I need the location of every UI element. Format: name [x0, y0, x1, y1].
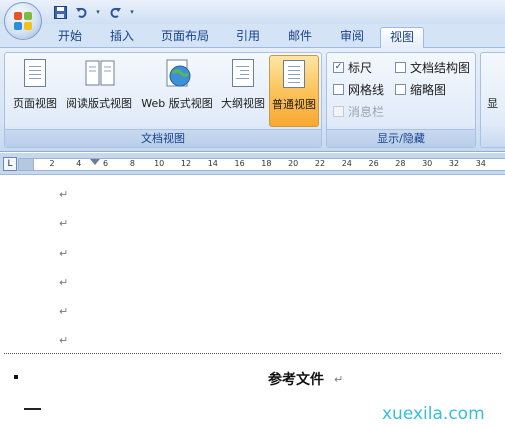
- document-area[interactable]: ↵ ↵ ↵ ↵ ↵ ↵ 参考文件 ↵ xuexila.com: [0, 176, 505, 428]
- reading-layout-label: 阅读版式视图: [66, 97, 132, 110]
- ruler-tick-label: 10: [154, 159, 165, 168]
- ruler-tick-label: 28: [395, 159, 406, 168]
- title-bar: ▾ ▾: [0, 0, 505, 40]
- tab-review[interactable]: 审阅: [330, 27, 374, 48]
- page-view-button[interactable]: 页面视图: [9, 55, 61, 127]
- group-document-views: 页面视图 阅读版式视图 Web 版式视图 大纲视图 普通视图 文档视图: [4, 52, 322, 148]
- ruler-strip[interactable]: 2 4 6 8 10 12 14 16 18 20 22 24 26 28 30 32 34: [34, 158, 505, 171]
- normal-view-label: 普通视图: [272, 98, 316, 111]
- checkbox-ruler[interactable]: ✓ 标尺: [333, 59, 372, 75]
- reading-layout-button[interactable]: 阅读版式视图: [63, 55, 135, 127]
- tab-insert[interactable]: 插入: [100, 27, 144, 48]
- checkbox-thumbnails[interactable]: 缩略图: [395, 81, 446, 97]
- page-break-line: [4, 353, 501, 354]
- tab-mailings[interactable]: 邮件: [278, 27, 322, 48]
- ruler-tick-label: 30: [422, 159, 433, 168]
- check-icon: ✓: [333, 61, 344, 73]
- quick-access-toolbar: ▾ ▾: [48, 3, 140, 21]
- ruler-tick-label: 12: [180, 159, 192, 168]
- web-layout-icon: [163, 59, 191, 89]
- group-label-document-views: 文档视图: [5, 129, 321, 147]
- checkbox-document-map[interactable]: 文档结构图: [395, 59, 470, 75]
- paragraph-mark: ↵: [59, 334, 69, 347]
- outline-view-button[interactable]: 大纲视图: [219, 55, 267, 127]
- office-button[interactable]: [4, 2, 42, 40]
- first-line-indent-marker[interactable]: [90, 159, 100, 165]
- ruler-tick-label: 2: [49, 159, 55, 168]
- paragraph-mark: ↵: [59, 276, 69, 289]
- partial-group-label[interactable]: 显: [487, 95, 498, 111]
- save-icon[interactable]: [52, 4, 68, 20]
- page-view-label: 页面视图: [13, 97, 57, 110]
- group-show-hide: ✓ 标尺 文档结构图 网格线 缩略图 消息栏 显示/隐藏: [326, 52, 476, 148]
- office-logo-icon: [14, 12, 32, 30]
- ruler-tick-label: 14: [207, 159, 218, 168]
- normal-view-button[interactable]: 普通视图: [269, 55, 319, 127]
- tab-home[interactable]: 开始: [48, 27, 92, 48]
- tab-references[interactable]: 引用: [226, 27, 270, 48]
- checkbox-gridlines[interactable]: 网格线: [333, 81, 384, 97]
- checkbox-box: [395, 61, 406, 73]
- checkbox-thumbnails-label: 缩略图: [410, 82, 447, 97]
- ruler-left-margin: [18, 158, 34, 171]
- horizontal-ruler: L 2 4 6 8 10 12 14 16 18 20 22 24 26 28 30 32 34: [0, 153, 505, 175]
- checkbox-box: [333, 83, 344, 95]
- checkbox-message-bar: 消息栏: [333, 103, 384, 119]
- normal-view-icon: [280, 60, 308, 90]
- paragraph-mark: ↵: [59, 247, 69, 260]
- tab-page-layout[interactable]: 页面布局: [152, 27, 218, 48]
- ruler-tick-label: 34: [475, 159, 486, 168]
- ruler-tick-label: 16: [234, 159, 245, 168]
- ruler-tick-label: 8: [129, 159, 135, 168]
- paragraph-mark: ↵: [334, 373, 344, 386]
- checkbox-message-bar-label: 消息栏: [348, 104, 385, 119]
- bullet-icon: [14, 375, 18, 379]
- group-label-show-hide: 显示/隐藏: [327, 129, 475, 147]
- outline-view-icon: [229, 59, 257, 89]
- checkbox-document-map-label: 文档结构图: [410, 60, 471, 75]
- checkbox-ruler-label: 标尺: [348, 60, 373, 75]
- ruler-tick-label: 6: [103, 159, 109, 168]
- web-layout-label: Web 版式视图: [141, 97, 213, 110]
- tab-view[interactable]: 视图: [380, 27, 424, 49]
- undo-icon[interactable]: [73, 4, 89, 20]
- dash-line: [24, 408, 41, 410]
- ribbon-panel: 页面视图 阅读版式视图 Web 版式视图 大纲视图 普通视图 文档视图 ✓ 标尺…: [0, 48, 505, 152]
- customize-qat-icon[interactable]: ▾: [128, 4, 136, 20]
- redo-icon[interactable]: [107, 4, 123, 20]
- ruler-tick-label: 4: [76, 159, 82, 168]
- paragraph-mark: ↵: [59, 217, 69, 230]
- site-watermark: xuexila.com: [382, 404, 485, 424]
- checkbox-box: [395, 83, 406, 95]
- checkbox-box: [333, 105, 344, 117]
- checkbox-gridlines-label: 网格线: [348, 82, 385, 97]
- outline-view-label: 大纲视图: [221, 97, 265, 110]
- dropdown-arrow-icon[interactable]: ▾: [94, 4, 102, 20]
- ruler-tick-label: 22: [314, 159, 326, 168]
- ruler-tick-label: 26: [368, 159, 379, 168]
- ruler-tick-label: 18: [261, 159, 272, 168]
- paragraph-mark: ↵: [59, 188, 69, 201]
- page-view-icon: [21, 59, 49, 89]
- reading-layout-icon: [85, 59, 115, 89]
- ruler-tick-label: 32: [448, 159, 460, 168]
- tab-stop-selector[interactable]: L: [3, 157, 17, 171]
- ruler-tick-label: 24: [341, 159, 352, 168]
- group-zoom-partial: 显: [480, 52, 505, 148]
- paragraph-mark: ↵: [59, 305, 69, 318]
- web-layout-button[interactable]: Web 版式视图: [137, 55, 217, 127]
- ruler-tick-label: 20: [288, 159, 299, 168]
- reference-heading: 参考文件: [268, 372, 324, 388]
- ribbon-tab-row: 开始 插入 页面布局 引用 邮件 审阅 视图: [0, 24, 505, 49]
